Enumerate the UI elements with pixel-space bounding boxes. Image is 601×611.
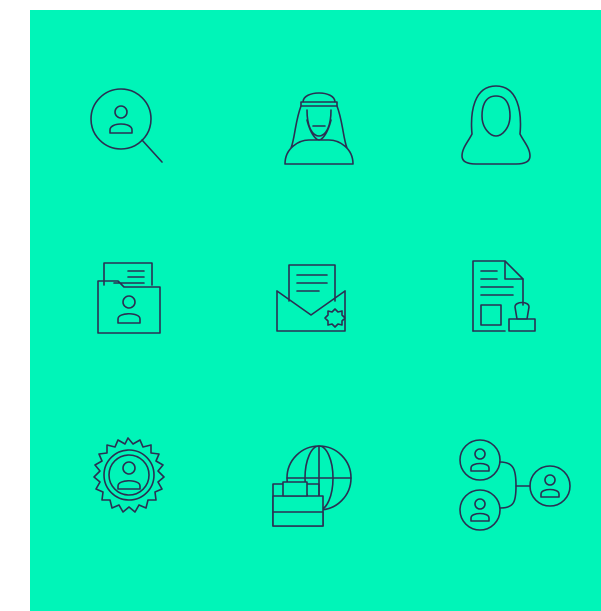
hijab-woman-icon xyxy=(446,82,546,182)
user-search-icon xyxy=(78,80,178,180)
certified-envelope-icon xyxy=(269,257,369,357)
user-gear-icon xyxy=(78,430,178,530)
user-folder-icon xyxy=(78,257,178,357)
document-stamp-icon xyxy=(457,257,557,357)
user-network-icon xyxy=(454,439,571,540)
icon-set-panel xyxy=(30,10,601,611)
arab-man-icon xyxy=(269,82,369,182)
global-business-icon xyxy=(269,434,369,534)
